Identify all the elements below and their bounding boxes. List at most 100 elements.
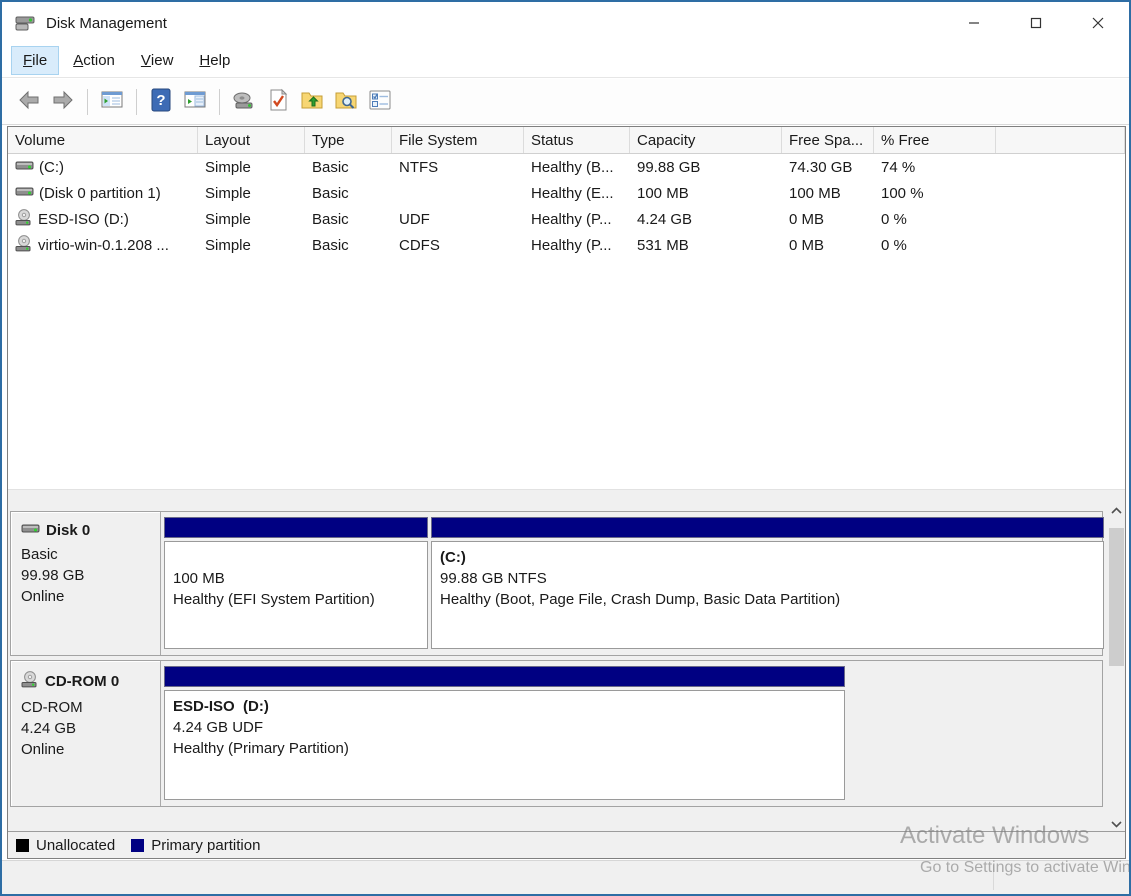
hard-disk-icon — [15, 159, 34, 176]
disk-panel-disk-0[interactable]: Disk 0Basic99.98 GBOnline — [11, 512, 161, 655]
volume-row[interactable]: virtio-win-0.1.208 ...SimpleBasicCDFSHea… — [8, 232, 1125, 258]
partition-efi[interactable]: 100 MBHealthy (EFI System Partition) — [164, 517, 428, 649]
cell-free_space: 100 MB — [782, 185, 874, 202]
disk-panel-cd-rom-0[interactable]: CD-ROM 0CD-ROM4.24 GBOnline — [11, 661, 161, 806]
forward-arrow-button[interactable] — [47, 86, 79, 118]
folder-up-button[interactable] — [296, 86, 328, 118]
cell-type: Basic — [305, 159, 392, 176]
cell-status: Healthy (B... — [524, 159, 630, 176]
disk-info-line: Online — [21, 739, 150, 760]
cell-pct_free: 0 % — [874, 211, 996, 228]
console-tree-icon — [100, 88, 124, 116]
volume-list-body: (C:)SimpleBasicNTFSHealthy (B...99.88 GB… — [8, 154, 1125, 489]
volume-row[interactable]: (C:) SimpleBasicNTFSHealthy (B...99.88 GB… — [8, 154, 1125, 180]
volume-name: (Disk 0 partition 1) — [39, 185, 161, 202]
volume-row[interactable]: ESD-ISO (D:)SimpleBasicUDFHealthy (P...4… — [8, 206, 1125, 232]
volume-row[interactable]: (Disk 0 partition 1)SimpleBasicHealthy (… — [8, 180, 1125, 206]
cell-capacity: 99.88 GB — [630, 159, 782, 176]
cell-volume: (Disk 0 partition 1) — [8, 185, 198, 202]
cell-layout: Simple — [198, 211, 305, 228]
action-pane-icon — [183, 88, 207, 116]
maximize-button[interactable] — [1005, 2, 1067, 44]
close-button[interactable] — [1067, 2, 1129, 44]
window-title: Disk Management — [46, 15, 167, 32]
cell-layout: Simple — [198, 159, 305, 176]
cd-drive-icon — [15, 209, 33, 230]
disk-row-disk-0: Disk 0Basic99.98 GBOnline 100 MBHealthy … — [10, 511, 1103, 656]
titlebar: Disk Management — [2, 2, 1129, 44]
column-header-layout[interactable]: Layout — [198, 127, 305, 153]
hard-disk-icon — [15, 185, 34, 202]
menu-file[interactable]: File — [12, 47, 58, 74]
cell-volume: ESD-ISO (D:) — [8, 209, 198, 230]
column-header-capacity[interactable]: Capacity — [630, 127, 782, 153]
horizontal-scrollbar[interactable] — [8, 489, 1125, 502]
console-tree-button[interactable] — [96, 86, 128, 118]
back-arrow-icon — [17, 88, 41, 116]
legend-bar: UnallocatedPrimary partition — [8, 831, 1125, 858]
column-header-free_space[interactable]: Free Spa... — [782, 127, 874, 153]
scroll-up-button[interactable] — [1108, 502, 1125, 519]
vertical-scrollbar[interactable] — [1108, 502, 1125, 833]
column-header-volume[interactable]: Volume — [8, 127, 198, 153]
folder-up-icon — [300, 88, 324, 116]
help-button[interactable]: ? — [145, 86, 177, 118]
minimize-button[interactable] — [943, 2, 1005, 44]
cell-capacity: 4.24 GB — [630, 211, 782, 228]
volume-name: ESD-ISO (D:) — [38, 211, 129, 228]
partition-text-line: 4.24 GB UDF — [173, 717, 836, 738]
menubar: FileActionViewHelp — [2, 44, 1129, 78]
cell-type: Basic — [305, 211, 392, 228]
hard-disk-icon — [21, 522, 40, 539]
column-header-file_system[interactable]: File System — [392, 127, 524, 153]
toolbar-separator — [87, 89, 88, 115]
scrollbar-thumb[interactable] — [1109, 528, 1124, 666]
cell-capacity: 100 MB — [630, 185, 782, 202]
cell-layout: Simple — [198, 185, 305, 202]
disk-drive-button[interactable] — [228, 86, 260, 118]
partition-body: 100 MBHealthy (EFI System Partition) — [164, 541, 428, 649]
disk-name: Disk 0 — [46, 522, 90, 539]
partition-text-line — [173, 547, 419, 568]
menu-action[interactable]: Action — [62, 47, 126, 74]
forward-arrow-icon — [51, 88, 75, 116]
legend-item-primary-partition: Primary partition — [131, 837, 260, 854]
toolbar-separator — [219, 89, 220, 115]
column-header-pct_free[interactable]: % Free — [874, 127, 996, 153]
back-arrow-button[interactable] — [13, 86, 45, 118]
volume-name: (C:) — [39, 159, 64, 176]
folder-search-button[interactable] — [330, 86, 362, 118]
column-header-type[interactable]: Type — [305, 127, 392, 153]
cell-free_space: 74.30 GB — [782, 159, 874, 176]
partition-esd-iso-d[interactable]: ESD-ISO (D:)4.24 GB UDFHealthy (Primary … — [164, 666, 845, 800]
cell-volume: virtio-win-0.1.208 ... — [8, 235, 198, 256]
statusbar — [2, 860, 1129, 894]
legend-label: Primary partition — [151, 837, 260, 854]
cell-capacity: 531 MB — [630, 237, 782, 254]
partition-c[interactable]: (C:)99.88 GB NTFSHealthy (Boot, Page Fil… — [431, 517, 1104, 649]
cell-file_system: NTFS — [392, 159, 524, 176]
toolbar: ? — [2, 79, 1129, 125]
legend-swatch — [131, 839, 144, 852]
menu-view[interactable]: View — [130, 47, 185, 74]
partition-body: ESD-ISO (D:)4.24 GB UDFHealthy (Primary … — [164, 690, 845, 800]
menu-help[interactable]: Help — [188, 47, 241, 74]
partition-text-line: 100 MB — [173, 568, 419, 589]
cell-pct_free: 74 % — [874, 159, 996, 176]
disk-drive-icon — [232, 88, 256, 116]
column-header-status[interactable]: Status — [524, 127, 630, 153]
cell-type: Basic — [305, 185, 392, 202]
partition-text-line: Healthy (Boot, Page File, Crash Dump, Ba… — [440, 589, 1095, 610]
legend-swatch — [16, 839, 29, 852]
action-pane-button[interactable] — [179, 86, 211, 118]
cell-type: Basic — [305, 237, 392, 254]
check-document-button[interactable] — [262, 86, 294, 118]
column-header-filler[interactable] — [996, 127, 1125, 153]
cd-drive-icon — [15, 235, 33, 256]
partition-type-bar — [164, 517, 428, 538]
cell-file_system: CDFS — [392, 237, 524, 254]
cell-layout: Simple — [198, 237, 305, 254]
checklist-button[interactable] — [364, 86, 396, 118]
cell-volume: (C:) — [8, 159, 198, 176]
check-document-icon — [267, 88, 289, 116]
